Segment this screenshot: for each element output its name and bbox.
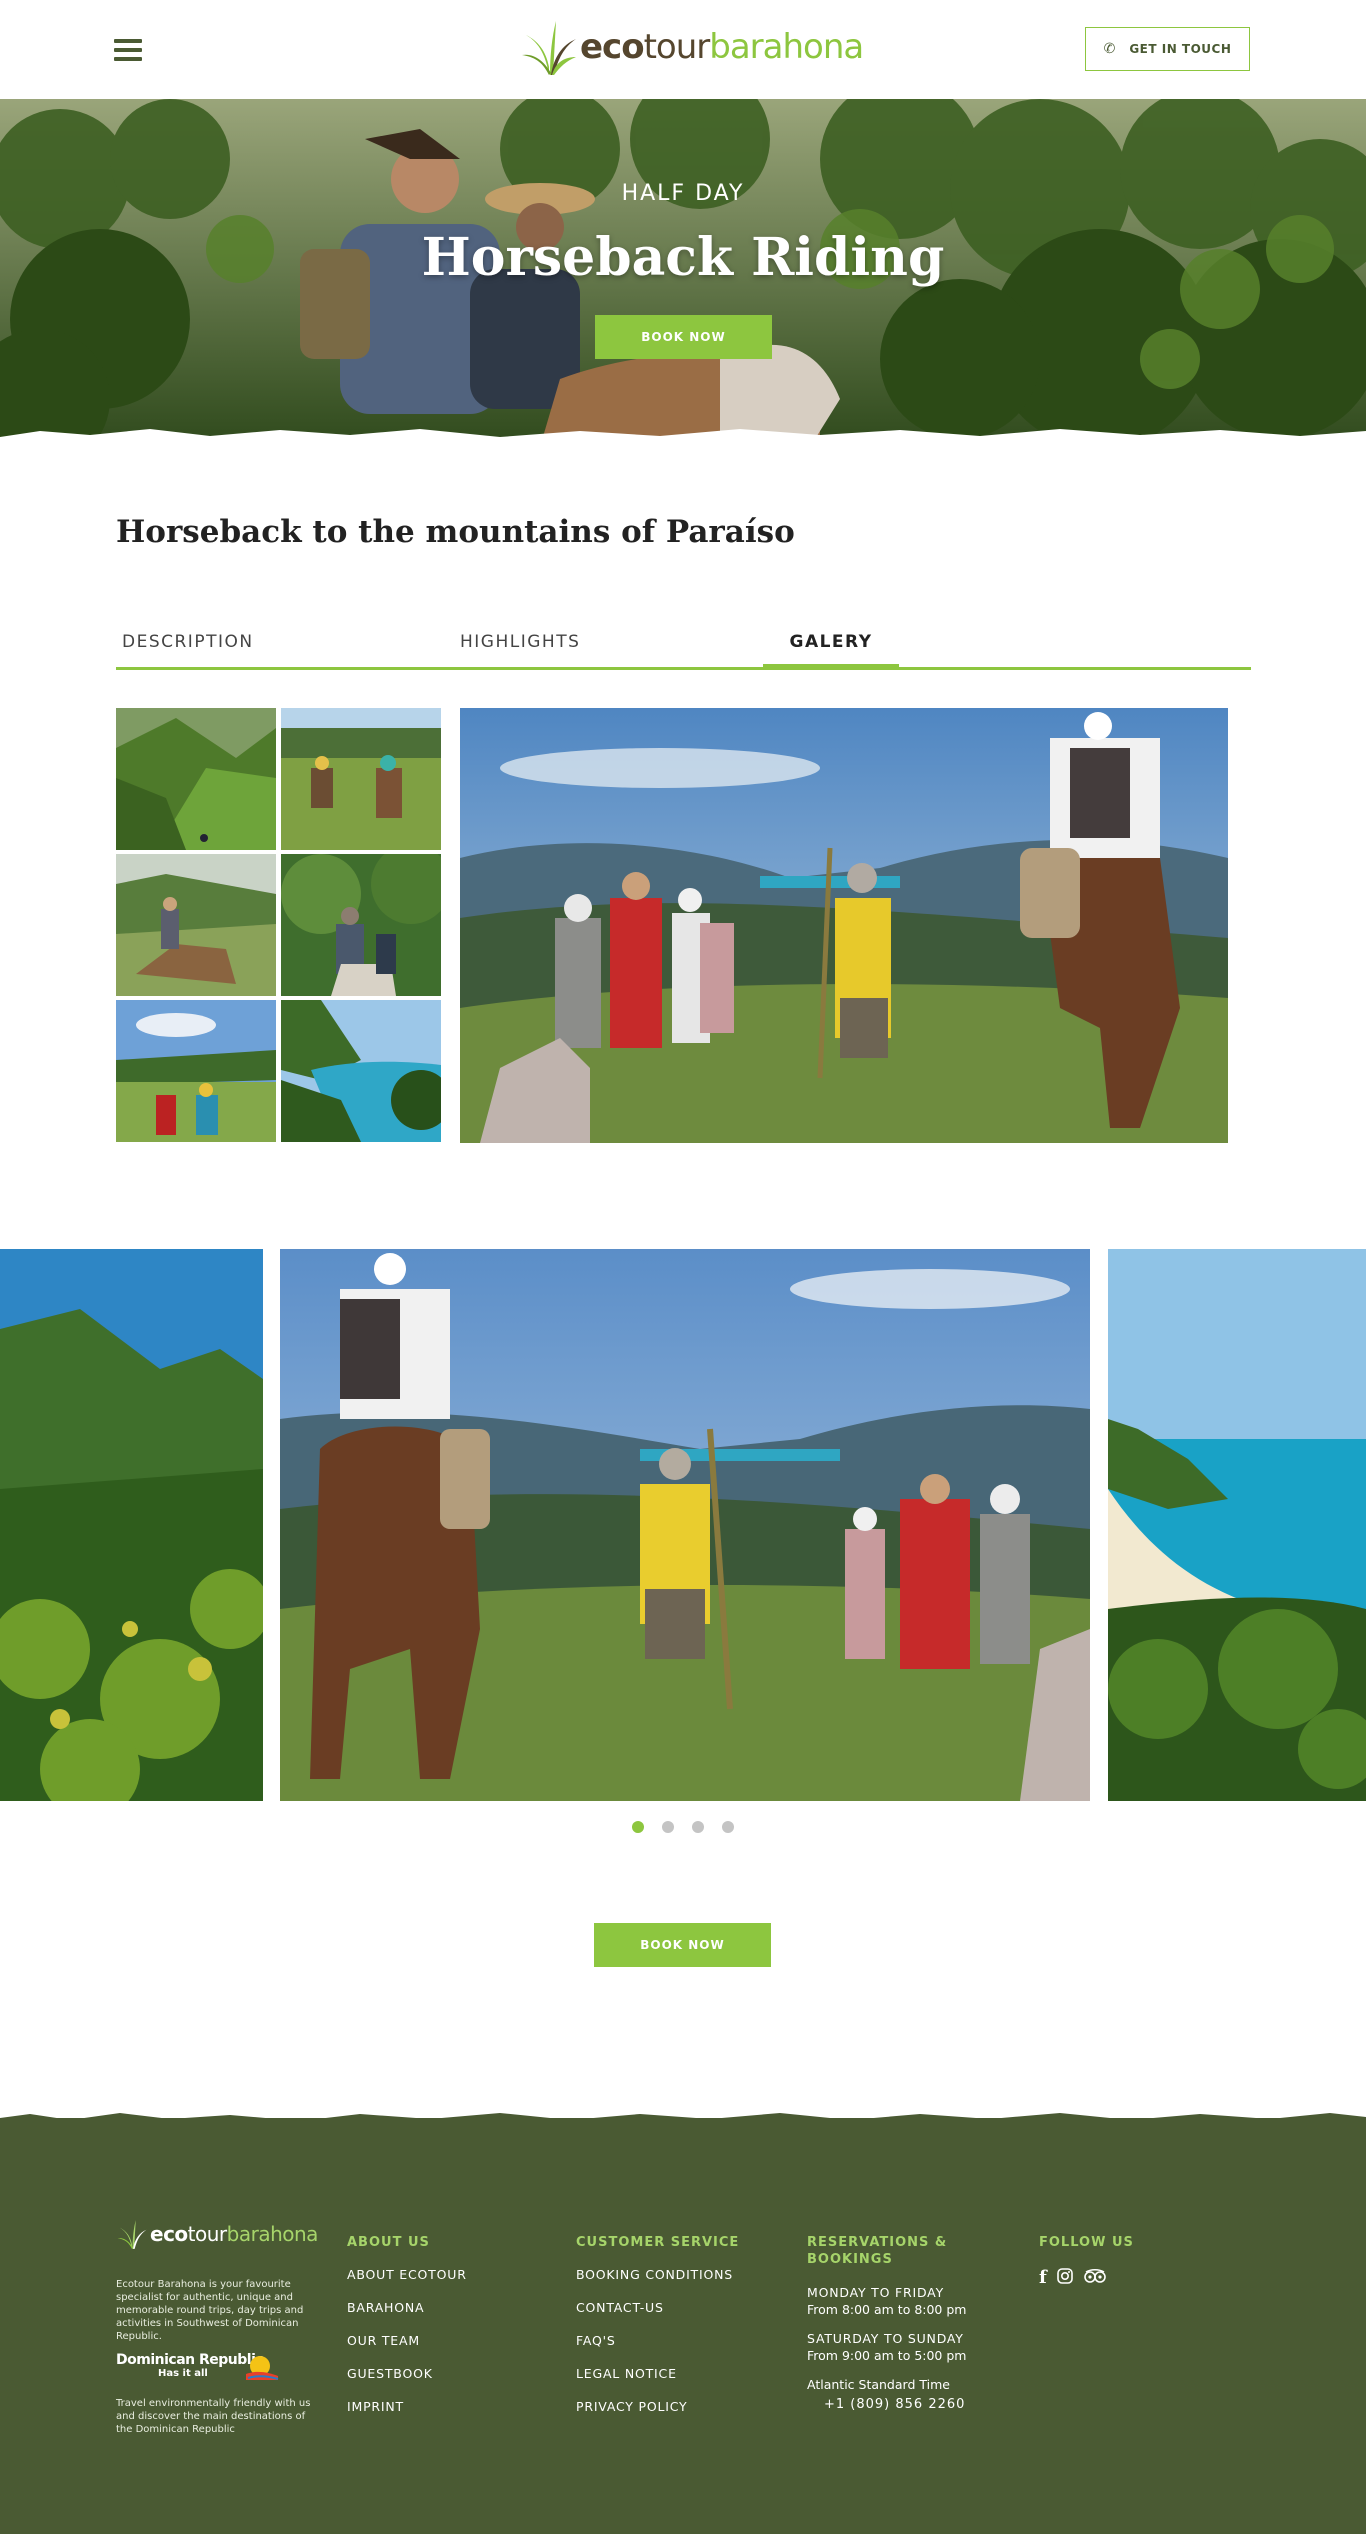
get-in-touch-button[interactable]: ✆ GET IN TOUCH [1085, 27, 1250, 71]
timezone: Atlantic Standard Time [807, 2377, 950, 2392]
logo-eco: eco [580, 27, 645, 67]
tab-highlights[interactable]: HIGHLIGHTS [460, 632, 580, 652]
phone-icon: ✆ [1103, 41, 1116, 57]
logo-tour: tour [643, 27, 711, 67]
gallery-thumbnail[interactable] [281, 708, 441, 850]
footer-link-imprint[interactable]: IMPRINT [347, 2399, 467, 2414]
footer-travel-text: Travel environmentally friendly with us … [116, 2398, 311, 2435]
tour-heading: Horseback to the mountains of Paraíso [116, 514, 795, 550]
weekend-hours-block: SATURDAY TO SUNDAY From 9:00 am to 5:00 … [807, 2330, 977, 2364]
main-image [460, 708, 1228, 1143]
footer-link-faqs[interactable]: FAQ'S [576, 2333, 739, 2348]
tripadvisor-icon[interactable] [1083, 2268, 1107, 2288]
tab-description[interactable]: DESCRIPTION [122, 632, 254, 652]
carousel-dot-1[interactable] [632, 1821, 644, 1833]
hero-title: Horseback Riding [421, 227, 945, 288]
carousel-dot-4[interactable] [722, 1821, 734, 1833]
hero-book-now-button[interactable]: BOOK NOW [595, 315, 772, 359]
footer-follow-column: FOLLOW US f [1039, 2234, 1134, 2288]
social-links: f [1039, 2267, 1134, 2288]
hamburger-menu-icon[interactable] [114, 39, 142, 61]
dominican-republic-logo: Dominican Republic Has it all [116, 2352, 286, 2382]
weekday-hours-block: MONDAY TO FRIDAY From 8:00 am to 8:00 pm [807, 2284, 977, 2318]
thumbnail-image [116, 708, 276, 850]
thumbnail-image [116, 854, 276, 996]
weekend-hours: From 9:00 am to 5:00 pm [807, 2348, 967, 2363]
phone-number[interactable]: +1 (809) 856 2260 [824, 2397, 977, 2412]
logo-barahona: barahona [709, 27, 864, 67]
footer-link-our-team[interactable]: OUR TEAM [347, 2333, 467, 2348]
site-logo[interactable]: ecotourbarahona [520, 16, 864, 78]
carousel-image [1108, 1249, 1366, 1801]
footer-link-privacy-policy[interactable]: PRIVACY POLICY [576, 2399, 739, 2414]
hero-subtitle: HALF DAY [621, 181, 745, 206]
footer-customer-service-column: CUSTOMER SERVICE BOOKING CONDITIONS CONT… [576, 2234, 739, 2432]
footer-link-about-ecotour[interactable]: ABOUT ECOTOUR [347, 2267, 467, 2282]
active-tab-indicator [763, 664, 899, 670]
carousel-dot-3[interactable] [692, 1821, 704, 1833]
footer-follow-heading: FOLLOW US [1039, 2235, 1134, 2250]
footer-link-barahona[interactable]: BARAHONA [347, 2300, 467, 2315]
footer-logo[interactable]: ecotourbarahona [116, 2218, 318, 2250]
instagram-icon[interactable] [1056, 2267, 1073, 2288]
footer-about-heading: ABOUT US [347, 2235, 430, 2250]
footer-about-text: Ecotour Barahona is your favourite speci… [116, 2279, 304, 2342]
thumbnail-image [281, 854, 441, 996]
carousel-image [280, 1249, 1090, 1801]
thumbnail-image [116, 1000, 276, 1142]
weekday-hours: From 8:00 am to 8:00 pm [807, 2302, 967, 2317]
gallery-thumbnail[interactable] [116, 854, 276, 996]
image-carousel [0, 1249, 1366, 1801]
facebook-icon[interactable]: f [1039, 2267, 1047, 2288]
logo-wordmark: ecotourbarahona [580, 27, 864, 67]
gallery-main-image[interactable] [460, 708, 1228, 1143]
footer-logo-tour: tour [187, 2222, 227, 2246]
tour-tabs: DESCRIPTION HIGHLIGHTS GALERY [116, 624, 1251, 670]
footer-about-column: ABOUT US ABOUT ECOTOUR BARAHONA OUR TEAM… [347, 2234, 467, 2432]
footer-torn-edge [0, 2113, 1366, 2132]
carousel-slide-active[interactable] [280, 1249, 1090, 1801]
gallery-thumbnails [116, 708, 441, 1143]
hero-banner: HALF DAY Horseback Riding BOOK NOW [0, 99, 1366, 447]
dr-sun-icon [246, 2356, 279, 2380]
thumbnail-image [281, 1000, 441, 1142]
carousel-dots [0, 1821, 1366, 1833]
carousel-slide-next[interactable] [1108, 1249, 1366, 1801]
footer-link-guestbook[interactable]: GUESTBOOK [347, 2366, 467, 2381]
footer-logo-eco: eco [150, 2222, 188, 2246]
gallery-thumbnail[interactable] [281, 854, 441, 996]
thumbnail-image [281, 708, 441, 850]
footer-reservations-heading: RESERVATIONS & BOOKINGS [807, 2235, 948, 2267]
book-now-button[interactable]: BOOK NOW [594, 1923, 771, 1967]
gallery-thumbnail[interactable] [116, 1000, 276, 1142]
gallery-thumbnail[interactable] [281, 1000, 441, 1142]
footer-link-contact-us[interactable]: CONTACT-US [576, 2300, 739, 2315]
grass-leaf-icon [522, 21, 576, 75]
grass-leaf-icon [117, 2220, 147, 2249]
footer-link-booking-conditions[interactable]: BOOKING CONDITIONS [576, 2267, 739, 2282]
weekend-days: SATURDAY TO SUNDAY [807, 2331, 964, 2346]
carousel-dot-2[interactable] [662, 1821, 674, 1833]
gallery-thumbnail[interactable] [116, 708, 276, 850]
footer-link-legal-notice[interactable]: LEGAL NOTICE [576, 2366, 739, 2381]
tab-galery[interactable]: GALERY [763, 632, 899, 652]
footer-logo-wordmark: ecotourbarahona [150, 2222, 318, 2246]
footer-logo-barahona: barahona [226, 2222, 319, 2246]
footer-reservations-column: RESERVATIONS & BOOKINGS MONDAY TO FRIDAY… [807, 2234, 977, 2412]
weekday-days: MONDAY TO FRIDAY [807, 2285, 945, 2300]
footer-customer-service-heading: CUSTOMER SERVICE [576, 2235, 740, 2250]
carousel-image [0, 1249, 263, 1801]
get-in-touch-label: GET IN TOUCH [1129, 42, 1232, 56]
carousel-slide-previous[interactable] [0, 1249, 263, 1801]
site-header: ecotourbarahona ✆ GET IN TOUCH [0, 0, 1366, 99]
